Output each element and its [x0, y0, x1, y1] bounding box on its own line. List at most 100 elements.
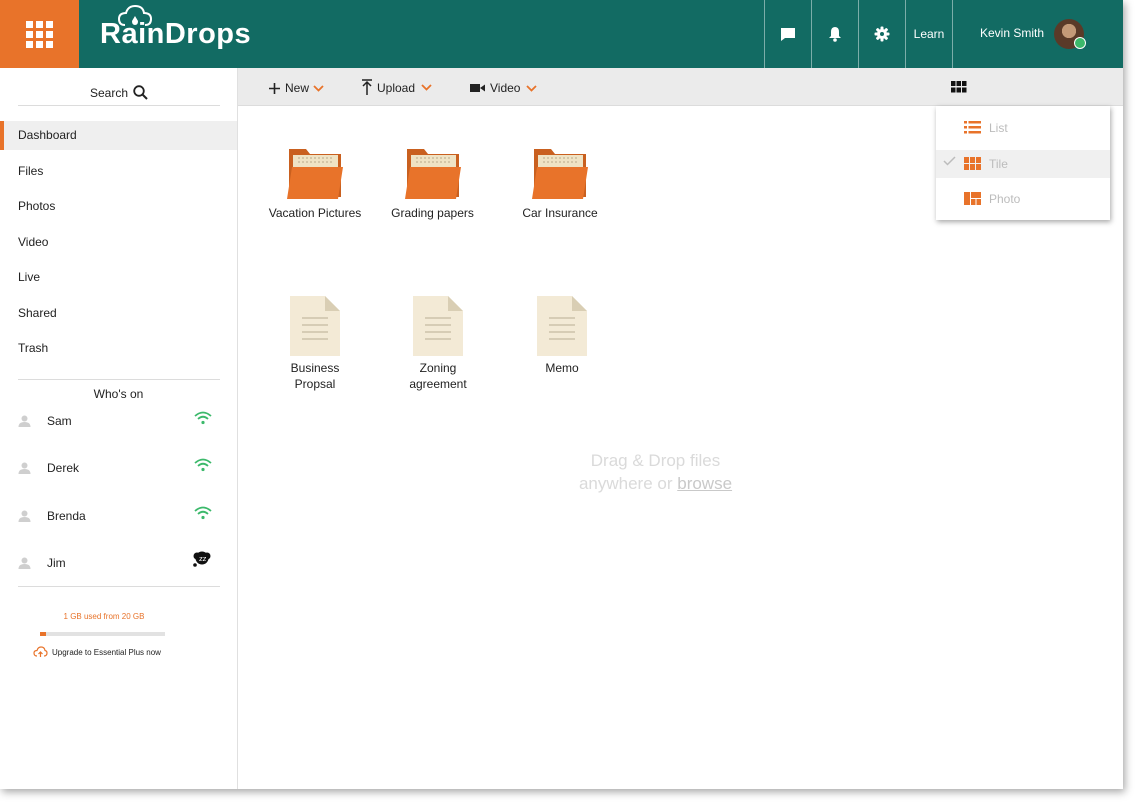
notifications-button[interactable] — [811, 0, 858, 68]
user-name: Kevin Smith — [980, 26, 1045, 40]
top-actions: Learn Kevin Smith — [764, 0, 1123, 68]
storage-usage-bar — [40, 632, 165, 636]
menu-item-label: Photo — [989, 192, 1021, 206]
folder-item[interactable]: Grading papers — [385, 147, 480, 221]
drop-zone[interactable]: Drag & Drop files anywhere or browse — [238, 449, 1073, 495]
user-menu[interactable]: Kevin Smith — [952, 0, 1123, 68]
document-name-line2: agreement — [409, 377, 467, 391]
online-wifi-icon — [194, 458, 212, 472]
document-name-line1: Zoning — [419, 361, 457, 375]
document-name: Business Propsal — [275, 360, 355, 392]
sidebar: Search Dashboard Files Photos Video Live… — [0, 68, 238, 789]
apps-grid-icon — [26, 20, 53, 48]
tile-grid-icon — [951, 81, 967, 93]
photo-grid-icon — [964, 192, 981, 205]
online-wifi-icon — [194, 411, 212, 425]
plus-icon — [269, 82, 280, 94]
upload-button[interactable]: Upload — [361, 79, 432, 96]
document-item[interactable]: Zoning agreement — [398, 296, 478, 392]
document-item[interactable]: Memo — [524, 296, 600, 376]
app-launcher-button[interactable] — [0, 0, 79, 68]
app-window: RainDrops Learn Kevin Smith Search Dashb… — [0, 0, 1123, 789]
svg-text:zz: zz — [199, 555, 207, 563]
view-mode-menu: List Tile Photo — [936, 106, 1110, 220]
chat-button[interactable] — [764, 0, 811, 68]
list-item[interactable]: Jim zz — [18, 551, 220, 573]
drop-zone-line1: Drag & Drop files — [590, 451, 721, 470]
checkmark-icon — [943, 156, 956, 166]
view-mode-button[interactable] — [951, 80, 967, 98]
cloud-upload-icon — [33, 646, 48, 657]
video-camera-icon — [470, 84, 485, 92]
list-item[interactable]: Brenda — [18, 506, 220, 526]
online-status-badge — [1074, 37, 1086, 49]
document-name-line1: Business — [290, 361, 340, 375]
user-icon — [18, 510, 31, 522]
sidebar-item-trash[interactable]: Trash — [0, 334, 237, 363]
document-name: Zoning agreement — [398, 360, 478, 392]
storage-usage-fill — [40, 632, 47, 636]
app-logo: RainDrops — [100, 18, 252, 50]
top-bar: RainDrops Learn Kevin Smith — [0, 0, 1123, 68]
list-item[interactable]: Derek — [18, 458, 220, 478]
browse-link[interactable]: browse — [677, 474, 732, 493]
folder-name: Vacation Pictures — [268, 206, 362, 220]
folder-name: Grading papers — [391, 206, 474, 220]
sidebar-item-dashboard[interactable]: Dashboard — [0, 121, 237, 150]
chevron-down-icon — [313, 84, 324, 92]
toolbar: New Upload Video — [238, 68, 1123, 106]
upgrade-link[interactable]: Upgrade to Essential Plus now — [33, 646, 161, 658]
sidebar-divider — [18, 379, 220, 380]
person-name: Brenda — [47, 509, 86, 523]
chevron-down-icon — [421, 84, 432, 91]
sidebar-item-files[interactable]: Files — [0, 157, 237, 186]
drop-zone-prefix: anywhere or — [578, 474, 678, 493]
chat-icon — [781, 27, 795, 41]
menu-item-label: List — [989, 121, 1008, 135]
document-name: Memo — [545, 361, 579, 375]
search-label: Search — [89, 85, 129, 100]
new-button[interactable]: New — [268, 81, 324, 95]
menu-item-list[interactable]: List — [936, 114, 1110, 142]
upgrade-label: Upgrade to Essential Plus now — [52, 647, 161, 657]
sidebar-item-video[interactable]: Video — [0, 228, 237, 257]
search-input[interactable]: Search — [18, 80, 220, 106]
folder-name: Car Insurance — [522, 206, 598, 220]
sidebar-divider — [18, 586, 220, 587]
folder-icon — [287, 149, 343, 199]
document-icon — [413, 296, 463, 356]
document-item[interactable]: Business Propsal — [275, 296, 355, 392]
user-icon — [18, 557, 31, 569]
user-icon — [18, 462, 31, 474]
sidebar-item-photos[interactable]: Photos — [0, 192, 237, 221]
person-name: Derek — [47, 461, 80, 475]
folder-item[interactable]: Vacation Pictures — [265, 147, 365, 221]
folder-item[interactable]: Car Insurance — [515, 147, 605, 221]
sidebar-nav: Dashboard Files Photos Video Live Shared… — [0, 121, 237, 370]
tile-grid-icon — [964, 157, 981, 170]
document-icon — [537, 296, 587, 356]
menu-item-tile[interactable]: Tile — [936, 150, 1110, 178]
folder-icon — [532, 149, 588, 199]
video-label: Video — [490, 81, 521, 95]
settings-button[interactable] — [858, 0, 905, 68]
sidebar-item-shared[interactable]: Shared — [0, 299, 237, 328]
new-label: New — [285, 81, 310, 95]
video-button[interactable]: Video — [470, 81, 538, 95]
online-wifi-icon — [194, 506, 212, 520]
menu-item-label: Tile — [989, 157, 1008, 171]
learn-button[interactable]: Learn — [905, 0, 952, 68]
sidebar-item-live[interactable]: Live — [0, 263, 237, 292]
user-icon — [18, 415, 31, 427]
list-item[interactable]: Sam — [18, 411, 220, 431]
storage-usage-text: 1 GB used from 20 GB — [63, 612, 145, 621]
bell-icon — [829, 27, 841, 42]
list-icon — [964, 121, 981, 134]
chevron-down-icon — [526, 84, 538, 92]
person-name: Jim — [47, 556, 66, 570]
menu-item-photo[interactable]: Photo — [936, 185, 1110, 213]
search-icon — [133, 85, 148, 100]
drop-zone-line2: anywhere or browse — [238, 472, 1073, 495]
person-name: Sam — [47, 414, 72, 428]
folder-icon — [404, 149, 461, 199]
